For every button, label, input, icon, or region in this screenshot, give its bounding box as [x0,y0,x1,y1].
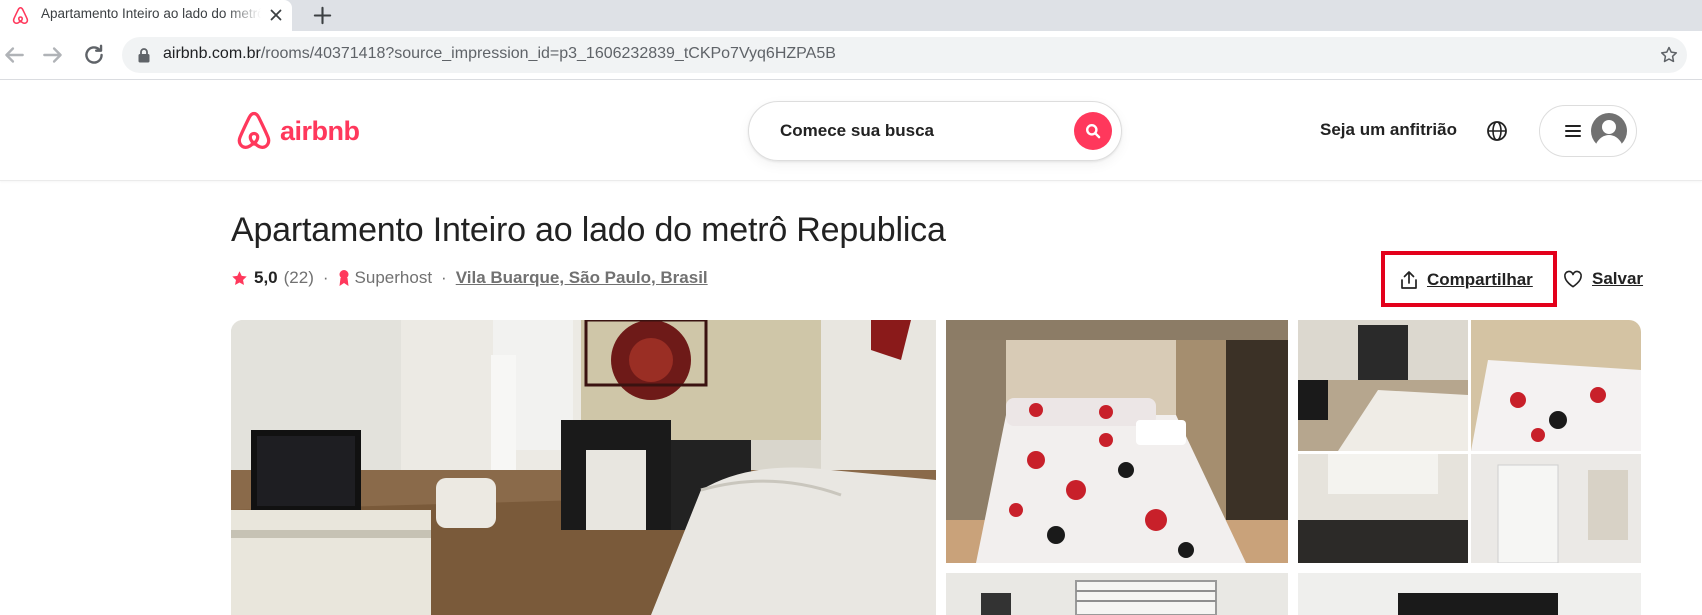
photo-collage[interactable] [1298,320,1641,563]
airbnb-logo-icon [237,111,271,149]
star-icon [232,270,247,285]
reload-icon[interactable] [81,42,107,68]
browser-tab[interactable]: Apartamento Inteiro ao lado do metrô Rep… [0,0,292,31]
become-host-link[interactable]: Seja um anfitrião [1320,120,1457,140]
search-icon [1086,124,1101,139]
browser-toolbar: airbnb.com.br/rooms/40371418?source_impr… [0,31,1702,80]
save-button[interactable]: Salvar [1563,267,1643,291]
avatar-icon [1591,113,1627,149]
user-menu-button[interactable] [1539,105,1637,157]
search-bar[interactable]: Comece sua busca [748,101,1122,161]
share-label: Compartilhar [1427,270,1533,289]
close-tab-icon[interactable] [268,7,284,23]
separator-dot: · [441,268,447,287]
search-placeholder: Comece sua busca [780,121,935,140]
superhost-icon [339,270,349,286]
photo-bedroom[interactable] [946,320,1288,563]
review-count[interactable]: (22) [284,268,314,288]
bookmark-star-icon[interactable] [1659,45,1679,65]
bathroom-photo-image [946,573,1288,615]
photo-bathroom[interactable] [946,573,1288,615]
collage-photo-image [1298,320,1641,563]
airbnb-logo[interactable]: airbnb [235,110,360,152]
airbnb-favicon-icon [12,7,29,24]
address-bar[interactable]: airbnb.com.br/rooms/40371418?source_impr… [122,37,1687,73]
url-host: airbnb.com.br [163,45,261,62]
listing-title: Apartamento Inteiro ao lado do metrô Rep… [231,211,946,249]
rating-value: 5,0 [254,268,278,287]
site-header: airbnb Comece sua busca Seja um anfitriã… [0,80,1702,181]
tv-room-photo-image [1298,573,1641,615]
heart-icon [1564,270,1582,288]
location-link[interactable]: Vila Buarque, São Paulo, Brasil [456,268,708,288]
browser-tab-bar: Apartamento Inteiro ao lado do metrô Rep… [0,0,1702,31]
url-path: /rooms/40371418?source_impression_id=p3_… [260,45,836,62]
save-label: Salvar [1592,269,1644,288]
listing-meta: 5,0 (22) · Superhost · Vila Buarque, São… [231,267,708,289]
url-text[interactable]: airbnb.com.br/rooms/40371418?source_impr… [163,45,836,63]
separator-dot: · [322,268,329,287]
back-icon[interactable] [1,42,27,68]
menu-icon [1565,125,1581,137]
tab-title: Apartamento Inteiro ao lado do metrô Rep… [41,6,261,21]
forward-icon[interactable] [40,42,66,68]
photo-tv-room[interactable] [1298,573,1641,615]
search-button[interactable] [1074,112,1112,150]
bedroom-photo-image [946,320,1288,563]
photo-living-room-main[interactable] [231,320,936,615]
share-button[interactable]: Compartilhar [1381,251,1557,307]
new-tab-plus-icon[interactable] [311,4,334,27]
living-room-photo-image [231,320,936,615]
globe-icon[interactable] [1486,120,1508,142]
share-icon [1401,271,1417,289]
logo-wordmark: airbnb [280,115,360,146]
superhost-badge: Superhost [354,268,433,287]
lock-icon[interactable] [137,47,151,63]
